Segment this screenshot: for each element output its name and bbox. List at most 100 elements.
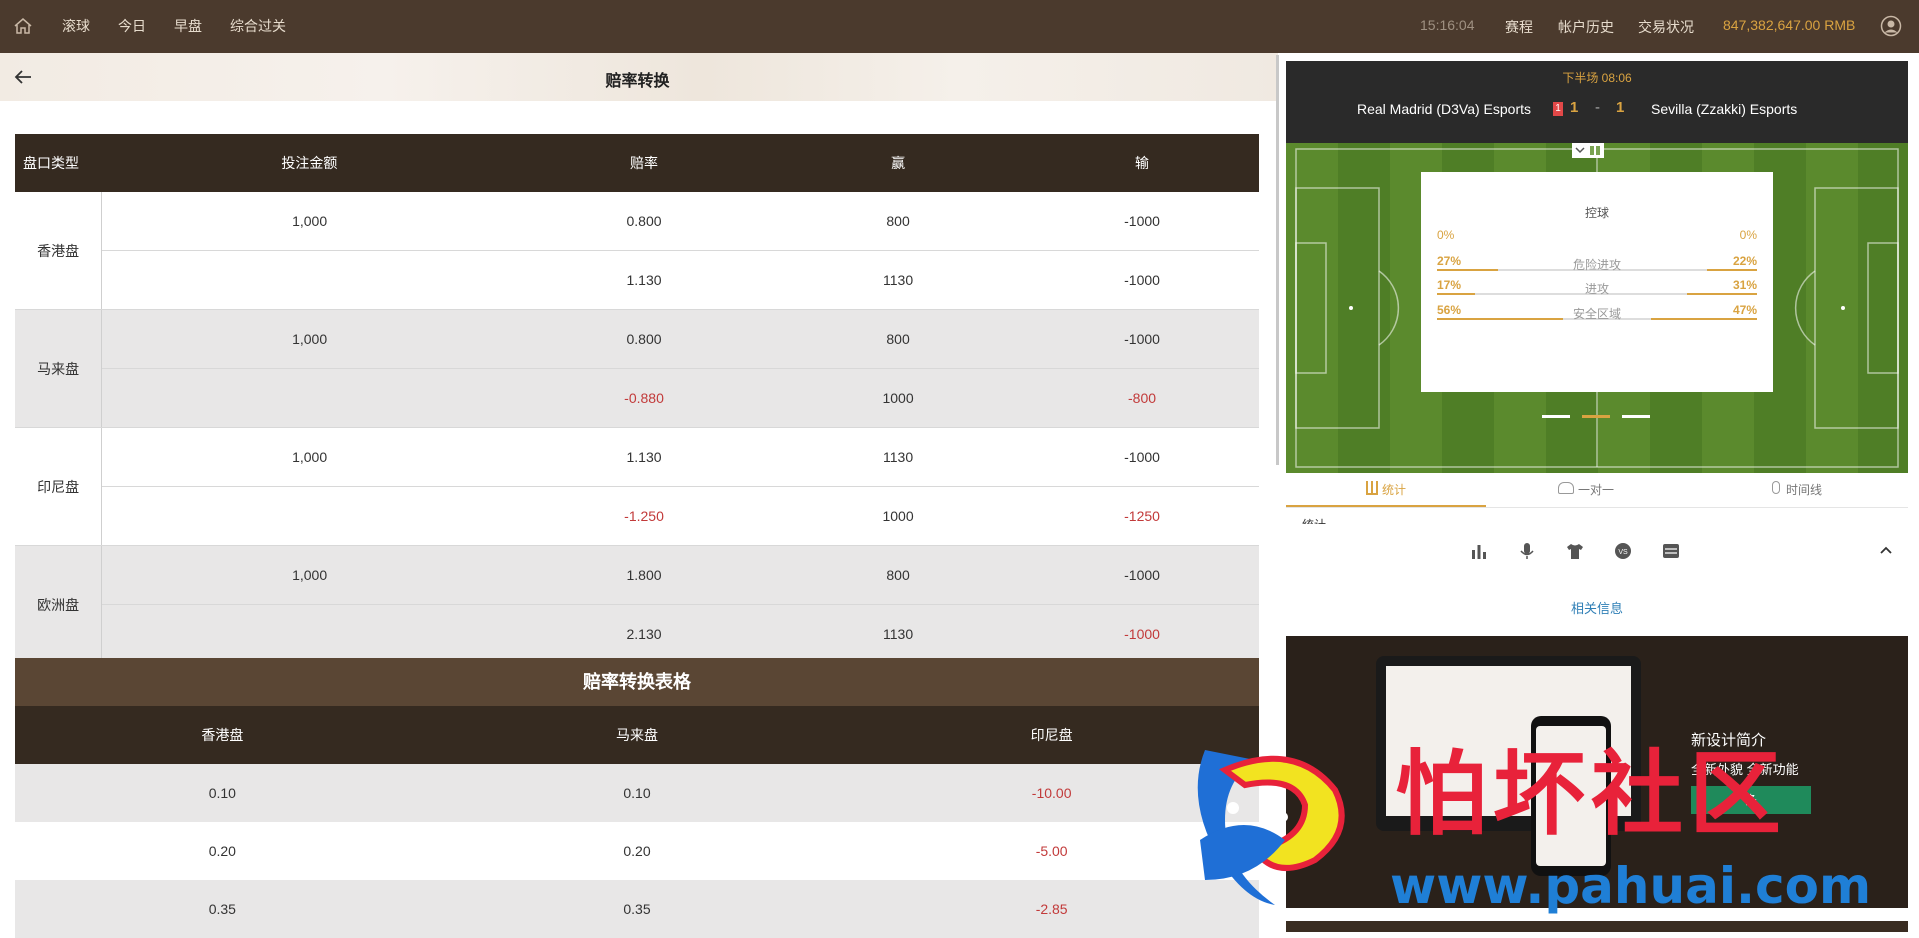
stake-cell <box>101 486 518 546</box>
nav-live[interactable]: 滚球 <box>62 16 90 36</box>
match-tools-row: VS <box>1286 541 1908 565</box>
score-separator: - <box>1595 99 1600 116</box>
link-schedule[interactable]: 赛程 <box>1505 17 1533 37</box>
row-label-hk: 香港盘 <box>15 192 103 310</box>
carousel-dot[interactable] <box>1542 415 1570 418</box>
odds-cell: 2.130 <box>517 604 772 664</box>
stat-label: 安全区域 <box>1572 307 1621 321</box>
carousel-dot[interactable] <box>1582 415 1610 418</box>
hk-cell: 0.10 <box>15 764 430 822</box>
stats-bars-icon[interactable] <box>1469 541 1489 561</box>
table-row: -0.880 1000 -800 <box>15 368 1259 428</box>
table-row: 马来盘 1,000 0.800 800 -1000 <box>15 309 1259 428</box>
row-label-euro: 欧洲盘 <box>15 545 103 664</box>
back-arrow-icon[interactable] <box>14 69 32 85</box>
odds-cell: 1.800 <box>517 545 772 605</box>
vertical-scrollbar[interactable] <box>1276 55 1279 465</box>
tab-stats[interactable]: 统计 <box>1286 475 1486 507</box>
stake-cell: 1,000 <box>101 192 518 251</box>
odds-cell: 1.130 <box>517 427 772 487</box>
collapse-toggle[interactable] <box>1572 143 1604 158</box>
match-status: 下半场 08:06 <box>1562 71 1632 85</box>
chevron-down-icon <box>1575 146 1600 155</box>
lose-cell: -800 <box>1025 368 1259 428</box>
tab-head-to-head[interactable]: 一对一 <box>1486 475 1686 505</box>
header-hk: 香港盘 <box>15 706 430 764</box>
win-cell: 1130 <box>771 427 1026 487</box>
stake-cell <box>101 368 518 428</box>
lose-cell: -1000 <box>1025 545 1259 605</box>
away-team-name: Sevilla (Zzakki) Esports <box>1651 101 1798 117</box>
carousel-dot[interactable] <box>1622 415 1650 418</box>
header-win: 赢 <box>771 134 1026 192</box>
win-cell: 1130 <box>771 250 1026 310</box>
tab-timeline-label: 时间线 <box>1785 483 1822 497</box>
stat-away-value: 31% <box>1732 278 1757 292</box>
lose-cell: -1250 <box>1025 486 1259 546</box>
table-row: 印尼盘 1,000 1.130 1130 -1000 <box>15 427 1259 546</box>
stat-row: 56% 安全区域 47% <box>1437 303 1757 323</box>
conversion-table-header: 香港盘 马来盘 印尼盘 <box>15 706 1259 764</box>
stats-card: 控球 0% 0% 27% 危险进攻 22% 17% 进攻 31% 56% 安全区域 47% <box>1421 172 1773 392</box>
chevron-up-icon[interactable] <box>1876 541 1896 561</box>
hk-cell: 0.35 <box>15 880 430 938</box>
carousel-dots <box>1542 405 1662 421</box>
stake-cell: 1,000 <box>101 309 518 369</box>
page-header: 赔率转换 <box>0 53 1278 101</box>
red-card-badge: 1 <box>1553 102 1563 116</box>
stake-cell <box>101 604 518 664</box>
win-cell: 800 <box>771 192 1026 251</box>
win-cell: 1000 <box>771 368 1026 428</box>
home-score: 1 <box>1570 99 1579 116</box>
header-malay: 马来盘 <box>429 706 845 764</box>
link-transactions[interactable]: 交易状况 <box>1638 17 1694 37</box>
stat-label: 危险进攻 <box>1572 258 1621 272</box>
jersey-icon[interactable] <box>1565 541 1585 561</box>
link-account-history[interactable]: 帐户历史 <box>1558 17 1614 37</box>
tab-head-to-head-label: 一对一 <box>1577 483 1614 497</box>
stat-away-value: 47% <box>1732 303 1757 317</box>
table-row: 香港盘 1,000 0.800 800 -1000 <box>15 192 1259 310</box>
win-cell: 800 <box>771 309 1026 369</box>
home-team-name: Real Madrid (D3Va) Esports <box>1356 101 1531 117</box>
account-balance: 847,382,647.00 RMB <box>1723 17 1856 33</box>
possession-away: 0% <box>1739 228 1757 242</box>
conversion-table: 香港盘 马来盘 印尼盘 0.10 0.10 -10.00 0.20 0.20 -… <box>15 706 1259 938</box>
header-market-type: 盘口类型 <box>15 134 102 192</box>
malay-cell: 0.35 <box>429 880 845 938</box>
table-row: 0.20 0.20 -5.00 <box>15 822 1259 880</box>
related-info-link[interactable]: 相关信息 <box>1286 598 1908 617</box>
lose-cell: -1000 <box>1025 250 1259 310</box>
clock: 15:16:04 <box>1420 17 1475 33</box>
tab-timeline[interactable]: 时间线 <box>1686 475 1908 505</box>
microphone-icon <box>1771 481 1780 494</box>
home-icon[interactable] <box>13 16 33 36</box>
bar-chart-icon <box>1365 481 1378 495</box>
svg-text:VS: VS <box>1618 549 1628 556</box>
versus-icon[interactable]: VS <box>1613 541 1633 561</box>
table-row: 2.130 1130 -1000 <box>15 604 1259 664</box>
microphone-icon[interactable] <box>1517 541 1537 561</box>
section-label: 统计 <box>1302 516 1326 524</box>
hk-cell: 0.20 <box>208 843 236 859</box>
lose-cell: -1000 <box>1025 427 1259 487</box>
user-avatar-icon[interactable] <box>1880 15 1902 37</box>
fish-logo-icon <box>1197 750 1345 905</box>
stake-cell: 1,000 <box>101 545 518 605</box>
stat-row: 27% 危险进攻 22% <box>1437 254 1757 274</box>
possession-home: 0% <box>1437 228 1455 242</box>
away-score: 1 <box>1616 99 1625 116</box>
stake-cell <box>101 250 518 310</box>
users-icon <box>1557 482 1574 494</box>
nav-early[interactable]: 早盘 <box>174 16 202 36</box>
scoreboard-icon[interactable] <box>1661 541 1681 561</box>
header-lose: 输 <box>1025 134 1259 192</box>
malay-cell: 0.20 <box>623 843 651 859</box>
conversion-table-title: 赔率转换表格 <box>15 658 1259 706</box>
stat-label: 进攻 <box>1584 282 1609 296</box>
stake-cell: 1,000 <box>101 427 518 487</box>
nav-parlay[interactable]: 综合过关 <box>230 16 286 36</box>
nav-today[interactable]: 今日 <box>118 16 146 36</box>
row-label-indo: 印尼盘 <box>15 427 103 546</box>
win-cell: 1130 <box>771 604 1026 664</box>
